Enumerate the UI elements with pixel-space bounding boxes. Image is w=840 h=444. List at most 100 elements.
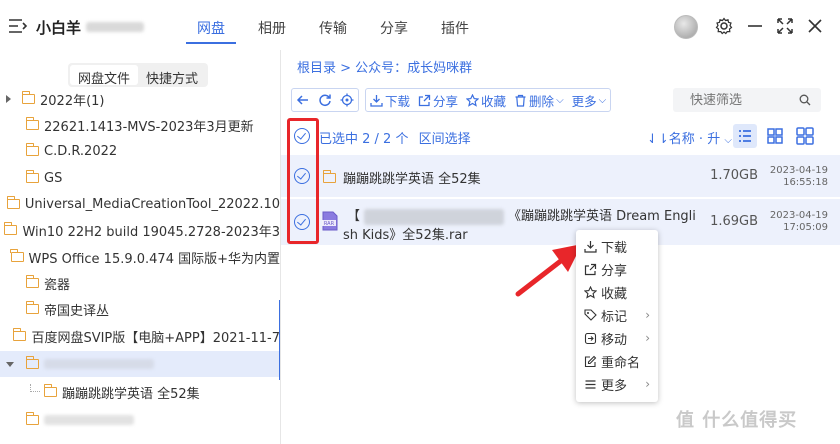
username: 小白羊 bbox=[36, 19, 82, 37]
tag-icon bbox=[584, 308, 597, 321]
folder-icon bbox=[10, 249, 24, 262]
large-grid-view-button[interactable] bbox=[793, 124, 817, 148]
context-item-tag[interactable]: 标记 › bbox=[584, 305, 654, 325]
sidebar-item-label: 百度网盘SVIP版【电脑+APP】2021-11-7 bbox=[31, 330, 280, 346]
title-bar: 小白羊 网盘 相册 传输 分享 插件 bbox=[0, 0, 840, 50]
grid-view-button[interactable] bbox=[763, 124, 787, 148]
chevron-down-icon: ⌵ bbox=[556, 94, 564, 106]
sidebar-item-mediacreationtool[interactable]: Universal_MediaCreationTool_22022.10 bbox=[0, 191, 280, 217]
sidebar-item-label: Win10 22H2 build 19045.2728-2023年3 bbox=[22, 224, 280, 240]
sidebar-tabs: 网盘文件 快捷方式 bbox=[68, 63, 209, 87]
sidebar-item-blurred[interactable] bbox=[0, 407, 280, 433]
delete-button[interactable]: 删除 ⌵ bbox=[514, 91, 564, 110]
sidebar-item-bengbeng-english[interactable]: 蹦蹦跳跳学英语 全52集 bbox=[0, 379, 280, 405]
sidebar-item-label: 瓷器 bbox=[44, 277, 71, 293]
large-grid-icon bbox=[796, 127, 814, 145]
selection-count: 已选中 2 / 2 个 区间选择 bbox=[319, 132, 471, 147]
sidebar-item-label: 2022年(1) bbox=[40, 93, 105, 109]
locate-icon[interactable] bbox=[340, 93, 354, 107]
download-icon bbox=[370, 94, 383, 107]
file-row[interactable]: 蹦蹦跳跳学英语 全52集 1.70GB 2023-04-19 16:55:18 bbox=[281, 155, 840, 197]
file-size: 1.70GB bbox=[710, 168, 758, 183]
folder-icon bbox=[6, 196, 20, 209]
sidebar-item-porcelain[interactable]: 瓷器 bbox=[0, 270, 280, 296]
folder-icon bbox=[322, 170, 336, 183]
action-button-group: 下载 分享 收藏 删除 ⌵ 更多 ⌵ bbox=[365, 88, 612, 112]
maximize-icon[interactable] bbox=[776, 17, 794, 35]
context-item-share[interactable]: 分享 bbox=[584, 259, 654, 279]
context-item-move[interactable]: 移动 › bbox=[584, 328, 654, 348]
file-name-line2: sh Kids》全52集.rar bbox=[343, 228, 468, 243]
folder-icon bbox=[25, 143, 39, 156]
context-item-more[interactable]: 更多 › bbox=[584, 374, 654, 394]
expand-arrow-icon[interactable] bbox=[6, 95, 11, 103]
minimize-icon[interactable] bbox=[746, 17, 764, 35]
refresh-icon[interactable] bbox=[318, 93, 332, 107]
sidebar-item-wps[interactable]: WPS Office 15.9.0.474 国际版+华为内置 bbox=[0, 244, 280, 270]
context-item-download[interactable]: 下载 bbox=[584, 236, 654, 256]
sidebar-item-selected-folder[interactable] bbox=[0, 351, 280, 377]
share-icon bbox=[418, 94, 431, 106]
favorite-button[interactable]: 收藏 bbox=[466, 91, 506, 110]
chevron-right-icon: › bbox=[645, 331, 650, 345]
range-select-link[interactable]: 区间选择 bbox=[419, 132, 471, 147]
close-icon[interactable] bbox=[806, 17, 824, 35]
tab-netdisk-files[interactable]: 网盘文件 bbox=[70, 65, 139, 87]
menu-icon[interactable] bbox=[8, 18, 28, 34]
sidebar-item-cdr[interactable]: C.D.R.2022 bbox=[0, 138, 280, 164]
sidebar-item-label: 22621.1413-MVS-2023年3月更新 bbox=[44, 119, 254, 135]
folder-icon bbox=[25, 275, 39, 288]
download-icon bbox=[584, 240, 597, 253]
svg-text:RAR: RAR bbox=[324, 221, 335, 227]
blurred-text bbox=[364, 208, 505, 225]
sidebar-item-baidu-svip[interactable]: 百度网盘SVIP版【电脑+APP】2021-11-7 bbox=[0, 323, 280, 349]
avatar[interactable] bbox=[674, 15, 698, 39]
download-button[interactable]: 下载 bbox=[370, 91, 410, 110]
more-lines-icon bbox=[585, 379, 596, 389]
file-date: 2023-04-19 16:55:18 bbox=[769, 165, 828, 188]
breadcrumb[interactable]: 根目录 > 公众号：成长妈咪群 bbox=[297, 57, 472, 76]
context-item-favorite[interactable]: 收藏 bbox=[584, 282, 654, 302]
folder-icon bbox=[25, 356, 39, 369]
folder-icon bbox=[43, 384, 57, 397]
gear-icon[interactable] bbox=[715, 17, 733, 35]
more-button[interactable]: 更多 ⌵ bbox=[572, 91, 607, 110]
watermark: 值 什么值得买 bbox=[676, 410, 798, 431]
share-button[interactable]: 分享 bbox=[418, 91, 458, 110]
active-tab-indicator bbox=[186, 42, 236, 44]
file-name: 蹦蹦跳跳学英语 全52集 bbox=[343, 172, 481, 187]
blurred-account-id bbox=[86, 22, 144, 32]
sidebar-item-gs[interactable]: GS bbox=[0, 165, 280, 191]
tab-plugins[interactable]: 插件 bbox=[441, 18, 469, 38]
chevron-right-icon: › bbox=[645, 308, 650, 322]
sidebar-item-win10[interactable]: Win10 22H2 build 19045.2728-2023年3 bbox=[0, 217, 280, 243]
context-menu: 下载 分享 收藏 标记 › 移动 › 重命名 更多 › bbox=[576, 230, 658, 402]
file-date: 2023-04-19 17:05:09 bbox=[769, 210, 828, 233]
collapse-arrow-icon[interactable] bbox=[6, 361, 14, 367]
list-view-button[interactable] bbox=[733, 124, 757, 148]
tab-netdisk[interactable]: 网盘 bbox=[197, 18, 225, 38]
back-arrow-icon[interactable] bbox=[296, 93, 310, 107]
sidebar-item-22621[interactable]: 22621.1413-MVS-2023年3月更新 bbox=[0, 112, 280, 138]
folder-icon bbox=[25, 170, 39, 183]
sidebar-item-label: WPS Office 15.9.0.474 国际版+华为内置 bbox=[28, 251, 280, 267]
context-item-rename[interactable]: 重命名 bbox=[584, 351, 654, 371]
tab-share[interactable]: 分享 bbox=[380, 18, 408, 38]
search-icon[interactable] bbox=[799, 94, 811, 106]
quick-filter-input[interactable] bbox=[690, 92, 790, 108]
tab-album[interactable]: 相册 bbox=[258, 18, 286, 38]
grid-icon bbox=[767, 128, 783, 144]
share-icon bbox=[584, 263, 597, 275]
sidebar: 网盘文件 快捷方式 2022年(1) 22621.1413-MVS-2023年3… bbox=[0, 50, 281, 444]
sidebar-item-2022[interactable]: 2022年(1) bbox=[0, 86, 280, 112]
sidebar-item-empire-history[interactable]: 帝国史译丛 bbox=[0, 296, 280, 322]
tab-transfer[interactable]: 传输 bbox=[319, 18, 347, 38]
star-icon bbox=[584, 285, 597, 299]
sidebar-item-label: 蹦蹦跳跳学英语 全52集 bbox=[62, 386, 200, 402]
sidebar-item-label: C.D.R.2022 bbox=[44, 143, 118, 159]
sort-button[interactable]: ⇃⇂名称 · 升 ⌵ bbox=[647, 128, 732, 147]
file-size: 1.69GB bbox=[710, 214, 758, 229]
file-row[interactable]: RAR 【《蹦蹦跳跳学英语 Dream Engli sh Kids》全52集.r… bbox=[281, 199, 840, 245]
folder-icon bbox=[25, 412, 39, 425]
tab-shortcuts[interactable]: 快捷方式 bbox=[138, 65, 206, 87]
